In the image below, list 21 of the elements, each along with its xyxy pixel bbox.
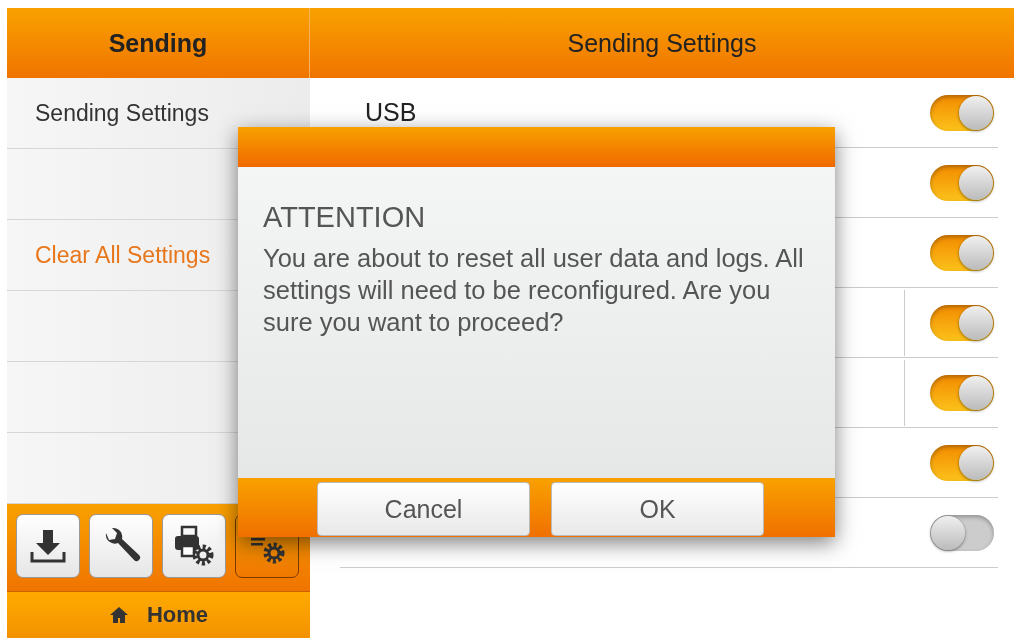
toggle-switch[interactable] [930,164,994,201]
toggle-switch[interactable] [930,234,994,271]
panel-header: Sending Settings [310,8,1014,78]
toolbar-button[interactable] [16,514,80,578]
toggle-switch[interactable] [930,444,994,481]
dialog-message: You are about to reset all user data and logs. All settings will need to be reconfigured. Are you sure you want to proceed? [263,243,805,338]
dialog-button[interactable]: Cancel [317,482,530,536]
sidebar-header: Sending [7,8,310,78]
dialog-button[interactable]: OK [551,482,764,536]
toggle-switch[interactable] [930,374,994,411]
dialog-title: ATTENTION [263,201,427,234]
toggle-switch[interactable] [930,94,994,131]
toggle-switch[interactable] [930,304,994,341]
home-icon [108,606,129,624]
printer-gear-icon [172,524,216,568]
setting-label: USB [364,98,418,127]
toolbar-button[interactable] [89,514,153,578]
toolbar-button[interactable] [162,514,226,578]
home-button[interactable]: Home [7,591,310,638]
toggle-switch[interactable] [930,514,994,551]
sidebar-item[interactable]: Sending Settings [35,99,209,127]
